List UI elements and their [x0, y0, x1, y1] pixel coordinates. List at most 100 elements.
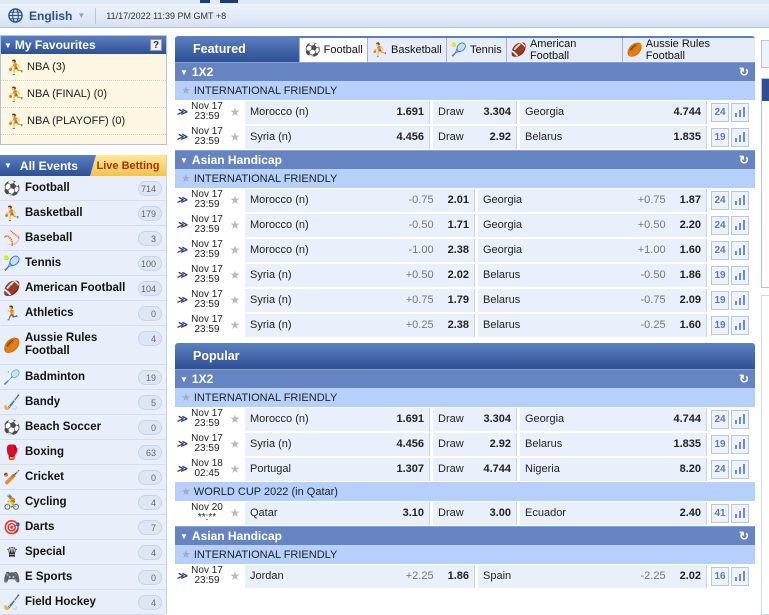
draw-odds-button[interactable]: Draw 3.304 — [433, 100, 517, 124]
draw-odds-button[interactable]: Draw 2.92 — [433, 125, 517, 149]
home-odds-button[interactable]: Morocco (n) 1.691 — [245, 100, 430, 124]
away-odds-button[interactable]: Georgia +0.50 2.20 — [478, 213, 707, 237]
sport-item-bandy[interactable]: 🏑 Bandy 5 — [0, 390, 166, 415]
favourite-star-icon[interactable]: ★ — [225, 105, 245, 119]
favourite-star-icon[interactable]: ★ — [225, 506, 245, 520]
favourite-star-icon[interactable]: ★ — [225, 193, 245, 207]
stats-button[interactable] — [731, 240, 749, 260]
stats-button[interactable] — [731, 566, 749, 586]
more-markets-button[interactable]: 24 — [711, 409, 729, 429]
stats-button[interactable] — [731, 215, 749, 235]
stats-button[interactable] — [731, 190, 749, 210]
away-odds-button[interactable]: Spain -2.25 2.02 — [478, 564, 707, 588]
favourite-star-icon[interactable]: ★ — [225, 243, 245, 257]
refresh-icon[interactable]: ↻ — [739, 529, 749, 543]
favourite-star-icon[interactable]: ★ — [225, 130, 245, 144]
favourite-star-icon[interactable]: ★ — [225, 293, 245, 307]
sport-item-field-hockey[interactable]: 🏑 Field Hockey 4 — [0, 590, 166, 615]
tab-aussie-rules-football[interactable]: 🏉 Aussie Rules Football — [621, 38, 755, 62]
language-selector[interactable]: English ▼ — [0, 4, 85, 27]
tab-tennis[interactable]: 🎾 Tennis — [445, 38, 506, 62]
home-odds-button[interactable]: Syria (n) +0.75 1.79 — [245, 288, 475, 312]
star-icon[interactable]: ★ — [181, 548, 191, 561]
home-odds-button[interactable]: Morocco (n) -0.50 1.71 — [245, 213, 475, 237]
favourite-star-icon[interactable]: ★ — [225, 412, 245, 426]
market-header[interactable]: ▼ Asian Handicap ↻ — [175, 526, 755, 545]
favourites-header[interactable]: ▼ My Favourites ? — [1, 36, 166, 54]
home-odds-button[interactable]: Syria (n) 4.456 — [245, 432, 430, 456]
home-odds-button[interactable]: Portugal 1.307 — [245, 457, 430, 481]
sport-item-cycling[interactable]: 🚴 Cycling 4 — [0, 490, 166, 515]
more-markets-button[interactable]: 19 — [711, 315, 729, 335]
sport-item-darts[interactable]: 🎯 Darts 7 — [0, 515, 166, 540]
more-markets-button[interactable]: 19 — [711, 434, 729, 454]
draw-odds-button[interactable]: Draw 3.00 — [433, 501, 517, 525]
sport-item-special[interactable]: ♛ Special 4 — [0, 540, 166, 565]
favourite-item[interactable]: ⛹ NBA (3) — [1, 54, 166, 81]
sport-item-tennis[interactable]: 🎾 Tennis 100 — [0, 251, 166, 276]
home-odds-button[interactable]: Morocco (n) 1.691 — [245, 407, 430, 431]
sport-item-beach-soccer[interactable]: ⚽ Beach Soccer 0 — [0, 415, 166, 440]
star-icon[interactable]: ★ — [181, 84, 191, 97]
market-header[interactable]: ▼ Asian Handicap ↻ — [175, 150, 755, 169]
away-odds-button[interactable]: Nigeria 8.20 — [520, 457, 707, 481]
favourite-star-icon[interactable]: ★ — [225, 569, 245, 583]
star-icon[interactable]: ★ — [181, 172, 191, 185]
right-panel-tab[interactable] — [761, 40, 769, 68]
stats-button[interactable] — [731, 102, 749, 122]
more-markets-button[interactable]: 19 — [711, 127, 729, 147]
tab-live-betting[interactable]: Live Betting — [90, 155, 166, 176]
more-markets-button[interactable]: 24 — [711, 102, 729, 122]
favourite-star-icon[interactable]: ★ — [225, 462, 245, 476]
sport-item-basketball[interactable]: ⛹ Basketball 179 — [0, 201, 166, 226]
home-odds-button[interactable]: Syria (n) +0.50 2.02 — [245, 263, 475, 287]
favourite-item[interactable]: ⛹ NBA (FINAL) (0) — [1, 81, 166, 108]
away-odds-button[interactable]: Georgia 4.744 — [520, 100, 707, 124]
away-odds-button[interactable]: Belarus -0.50 1.86 — [478, 263, 707, 287]
away-odds-button[interactable]: Belarus 1.835 — [520, 432, 707, 456]
away-odds-button[interactable]: Georgia +1.00 1.60 — [478, 238, 707, 262]
more-markets-button[interactable]: 24 — [711, 215, 729, 235]
home-odds-button[interactable]: Jordan +2.25 1.86 — [245, 564, 475, 588]
stats-button[interactable] — [731, 409, 749, 429]
refresh-icon[interactable]: ↻ — [739, 153, 749, 167]
sport-item-badminton[interactable]: 🏸 Badminton 19 — [0, 365, 166, 390]
stats-button[interactable] — [731, 290, 749, 310]
favourite-star-icon[interactable]: ★ — [225, 318, 245, 332]
stats-button[interactable] — [731, 503, 749, 523]
tab-football[interactable]: ⚽ Football — [299, 38, 367, 62]
away-odds-button[interactable]: Belarus -0.25 1.60 — [478, 313, 707, 337]
favourite-star-icon[interactable]: ★ — [225, 268, 245, 282]
tab-american-football[interactable]: 🏈 American Football — [505, 38, 622, 62]
sport-item-american-football[interactable]: 🏈 American Football 104 — [0, 276, 166, 301]
sport-item-football[interactable]: ⚽ Football 714 — [0, 176, 166, 201]
home-odds-button[interactable]: Qatar 3.10 — [245, 501, 430, 525]
draw-odds-button[interactable]: Draw 3.304 — [433, 407, 517, 431]
stats-button[interactable] — [731, 127, 749, 147]
more-markets-button[interactable]: 24 — [711, 459, 729, 479]
market-header[interactable]: ▼ 1X2 ↻ — [175, 369, 755, 388]
tab-all-events[interactable]: ▼ All Events — [0, 155, 90, 176]
favourite-star-icon[interactable]: ★ — [225, 437, 245, 451]
star-icon[interactable]: ★ — [181, 485, 191, 498]
refresh-icon[interactable]: ↻ — [739, 372, 749, 386]
draw-odds-button[interactable]: Draw 2.92 — [433, 432, 517, 456]
away-odds-button[interactable]: Ecuador 2.40 — [520, 501, 707, 525]
tab-basketball[interactable]: ⛹ Basketball — [366, 38, 446, 62]
more-markets-button[interactable]: 24 — [711, 240, 729, 260]
sport-item-cricket[interactable]: 🏏 Cricket 0 — [0, 465, 166, 490]
draw-odds-button[interactable]: Draw 4.744 — [433, 457, 517, 481]
star-icon[interactable]: ★ — [181, 391, 191, 404]
market-header[interactable]: ▼ 1X2 ↻ — [175, 62, 755, 81]
away-odds-button[interactable]: Belarus -0.75 2.09 — [478, 288, 707, 312]
home-odds-button[interactable]: Syria (n) +0.25 2.38 — [245, 313, 475, 337]
away-odds-button[interactable]: Georgia +0.75 1.87 — [478, 188, 707, 212]
more-markets-button[interactable]: 41 — [711, 503, 729, 523]
away-odds-button[interactable]: Belarus 1.835 — [520, 125, 707, 149]
sport-item-e-sports[interactable]: 🎮 E Sports 0 — [0, 565, 166, 590]
more-markets-button[interactable]: 24 — [711, 190, 729, 210]
refresh-icon[interactable]: ↻ — [739, 65, 749, 79]
more-markets-button[interactable]: 19 — [711, 265, 729, 285]
more-markets-button[interactable]: 16 — [711, 566, 729, 586]
favourite-item[interactable]: ⛹ NBA (PLAYOFF) (0) — [1, 108, 166, 135]
